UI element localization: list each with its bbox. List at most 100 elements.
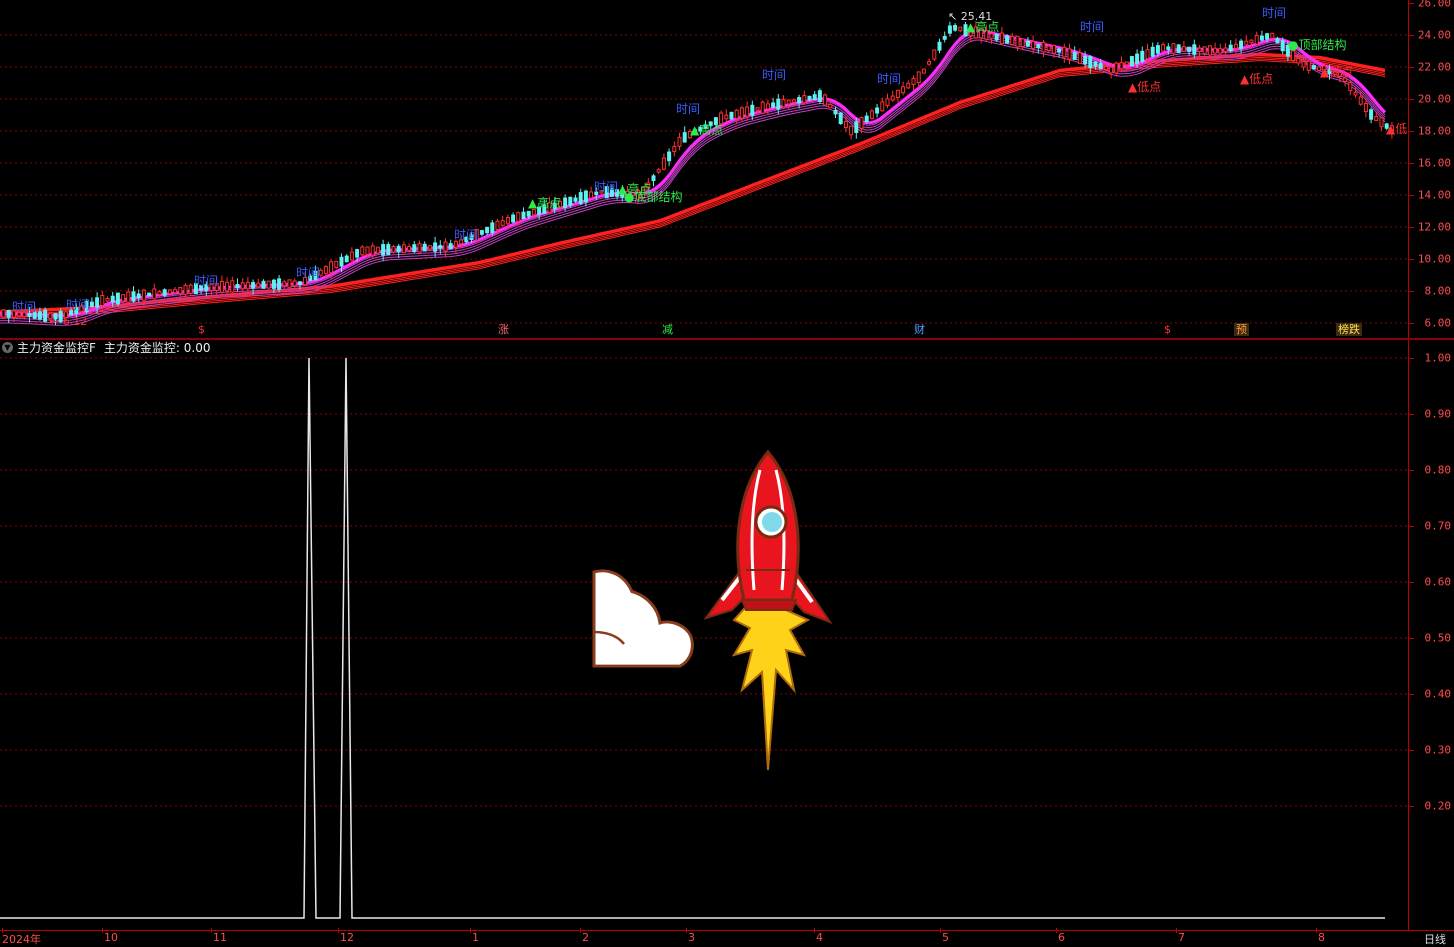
indicator-chart[interactable] (0, 340, 1408, 930)
candle-body (677, 136, 682, 147)
candle-body (947, 25, 952, 34)
candle-body (407, 246, 412, 251)
candle-body (1046, 45, 1051, 51)
annotation-low: ▲低 (1386, 122, 1408, 136)
candle-body (1015, 35, 1020, 48)
indicator-axis-label: 0.40 (1424, 687, 1452, 701)
candle-body (739, 107, 744, 119)
candle-body (43, 309, 48, 322)
indicator-axis[interactable]: 1.00 0.90 0.80 0.70 0.60 0.50 0.40 0.30 0.20 (1408, 340, 1454, 930)
event-tag[interactable]: 涨 (496, 323, 511, 336)
candle-body (375, 246, 380, 254)
indicator-axis-tick (1409, 358, 1414, 359)
candle-body (880, 101, 885, 112)
candle-body (1161, 44, 1166, 52)
candle-body (292, 280, 297, 287)
candle-body (958, 26, 963, 32)
candle-body (152, 288, 157, 300)
event-tag[interactable]: 预 (1234, 323, 1249, 336)
indicator-value: 主力资金监控: 0.00 (103, 341, 211, 355)
candle-body (365, 246, 370, 255)
candle-body (1135, 53, 1140, 64)
candle-body (578, 192, 583, 205)
candle-body (147, 292, 152, 297)
candle-body (729, 111, 734, 120)
price-axis-label: 22.00 (1417, 60, 1451, 74)
event-tag[interactable]: $ (196, 323, 207, 336)
candle-body (906, 82, 911, 89)
indicator-title-bar: ▼ 主力资金监控F 主力资金监控: 0.00 (0, 340, 210, 355)
candle-body (261, 280, 266, 289)
collapse-icon[interactable]: ▼ (2, 342, 13, 353)
candle-body (1296, 58, 1301, 64)
candle-body (1181, 46, 1186, 52)
event-tag[interactable]: $ (1162, 323, 1173, 336)
price-axis-tick (1409, 227, 1414, 228)
candle-body (672, 146, 677, 153)
indicator-axis-label: 1.00 (1424, 351, 1452, 365)
candle-body (895, 89, 900, 98)
candle-body (136, 293, 141, 299)
period-label[interactable]: 日线 (1424, 931, 1446, 947)
indicator-axis-tick (1409, 750, 1414, 751)
candle-body (500, 220, 505, 226)
indicator-grid (0, 357, 1408, 807)
candle-body (1187, 46, 1192, 52)
annotation-time: 时间 (194, 274, 219, 288)
event-tag[interactable]: 财 (912, 323, 927, 336)
candle-body (932, 49, 937, 60)
event-tag[interactable]: 榜跌 (1336, 323, 1362, 336)
price-axis-tick (1409, 291, 1414, 292)
candle-body (386, 244, 391, 256)
annotation-top-structure: ●顶部结构 (1288, 38, 1347, 52)
event-tag[interactable]: 减 (660, 323, 675, 336)
candle-body (1140, 50, 1145, 62)
candle-body (1150, 46, 1155, 57)
candle-body (750, 104, 755, 116)
candle-body (901, 86, 906, 94)
candle-body (812, 94, 817, 100)
price-axis[interactable]: 26.00 24.00 22.00 20.00 18.00 16.00 14.00 12.00… (1408, 0, 1454, 338)
date-axis-tick (102, 928, 103, 933)
candle-body (1270, 32, 1275, 39)
candle-body (516, 212, 521, 222)
candle-body (953, 25, 958, 31)
indicator-axis-tick (1409, 414, 1414, 415)
candle-body (121, 294, 126, 302)
annotation-time: 时间 (1262, 6, 1287, 20)
candle-body (89, 301, 94, 308)
candle-body (1223, 47, 1228, 52)
indicator-axis-tick (1409, 806, 1414, 807)
candle-body (334, 260, 339, 268)
candle-body (1010, 35, 1015, 46)
annotation-time: 时间 (12, 300, 37, 314)
candle-body (755, 107, 760, 111)
low-price-marker: ← 6.12 (50, 315, 88, 328)
candle-body (381, 244, 386, 256)
candle-body (859, 117, 864, 129)
candle-body (833, 110, 838, 115)
candle-body (797, 97, 802, 104)
price-axis-tick (1409, 67, 1414, 68)
candle-body (838, 112, 843, 125)
candle-body (521, 211, 526, 220)
annotation-time: 时间 (66, 298, 91, 312)
candle-body (828, 104, 833, 109)
date-axis-tick (211, 928, 212, 933)
candle-body (807, 95, 812, 101)
date-axis[interactable]: 日线 2024年 10 11 12 1 2 3 4 5 6 7 8 (0, 928, 1454, 947)
candle-body (282, 281, 287, 287)
cloud-icon (592, 569, 694, 668)
indicator-axis-label: 0.70 (1424, 519, 1452, 533)
candle-body (661, 157, 666, 170)
candle-body (1166, 46, 1171, 50)
candle-body (360, 246, 365, 256)
candle-body (1077, 52, 1082, 64)
candle-body (131, 291, 136, 302)
candle-body (297, 281, 302, 285)
candle-body (1280, 40, 1285, 52)
candle-body (1109, 66, 1114, 74)
date-axis-label: 11 (213, 931, 227, 944)
annotation-low: ▲低点 (1128, 80, 1162, 94)
indicator-name[interactable]: 主力资金监控F (17, 339, 96, 356)
